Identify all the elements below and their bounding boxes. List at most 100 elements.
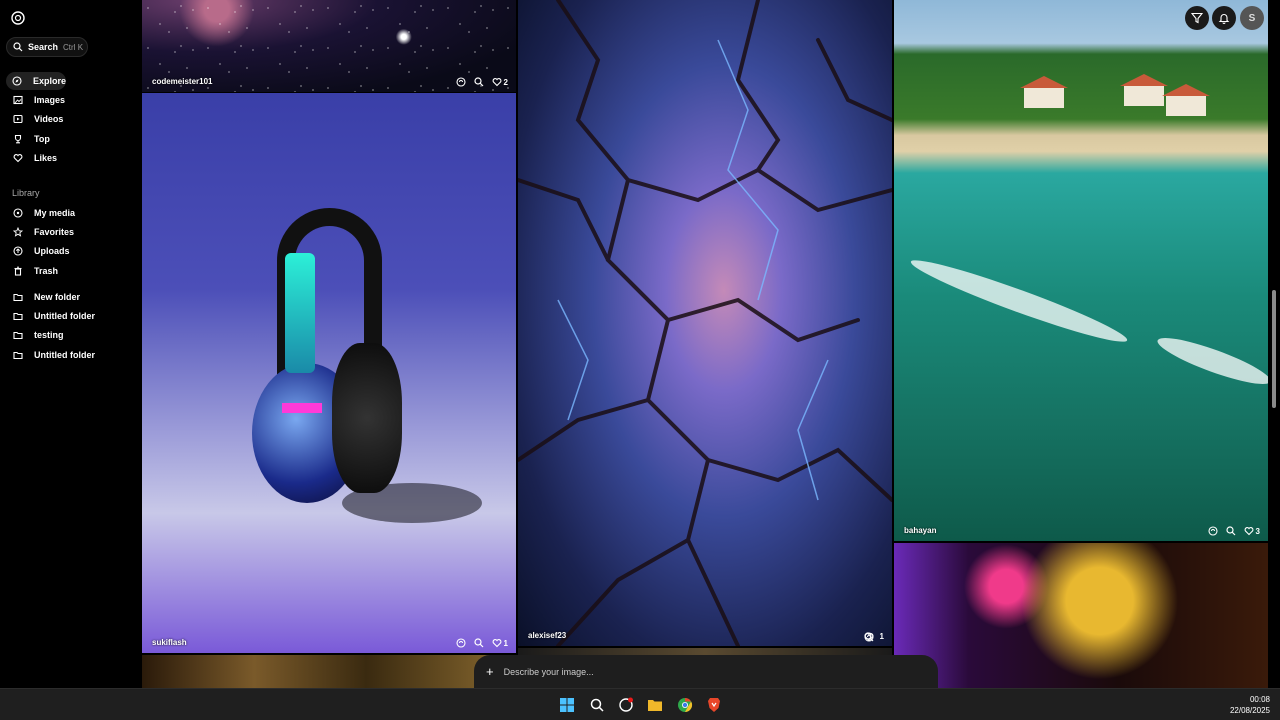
library-uploads[interactable]: Uploads [6,242,70,260]
tile-username[interactable]: bahayan [904,526,936,535]
windows-start-icon[interactable] [558,696,576,714]
gallery-tile[interactable]: bahayan 3 [894,0,1268,541]
video-icon [12,113,24,125]
villa-roof [1020,76,1068,88]
zoom-icon[interactable] [473,638,484,648]
tile-actions: 2 [455,77,508,87]
trophy-icon [12,133,24,145]
chrome-icon[interactable] [676,696,694,714]
clock-date: 22/08/2025 [1229,706,1270,715]
tile-actions: 3 [1207,526,1260,536]
chatgpt-app-icon[interactable] [617,696,635,714]
library-trash[interactable]: Trash [6,262,58,280]
folder-label: New folder [34,292,81,302]
like-button[interactable]: 1 [864,632,884,642]
heart-icon [1244,527,1253,536]
prompt-placeholder[interactable]: Describe your image... [504,667,594,677]
folder-label: Untitled folder [34,311,95,321]
heart-icon [864,633,873,642]
search-button[interactable]: Search Ctrl K [6,37,88,57]
folder-label: Untitled folder [34,350,95,360]
villa-roof [1162,84,1210,96]
search-icon [13,42,23,52]
media-icon [12,207,24,219]
nav-top[interactable]: Top [6,130,50,148]
bell-icon [1218,14,1230,24]
like-button[interactable]: 3 [1244,526,1260,536]
trash-icon [12,265,24,277]
brave-browser-icon[interactable] [705,696,723,714]
headphone-accent [282,403,322,413]
folder-icon [12,329,24,341]
library-favorites[interactable]: Favorites [6,223,74,241]
notifications-button[interactable] [1212,6,1236,30]
nav-images[interactable]: Images [6,91,65,109]
nav-label: Likes [34,153,58,163]
scrollbar[interactable] [1272,290,1276,408]
library-label: Uploads [34,246,70,256]
taskbar: 00:08 22/08/2025 [0,688,1280,720]
nav-label: Images [34,95,66,105]
headphone-cup [332,343,402,493]
like-count: 2 [503,77,508,87]
remix-icon[interactable] [455,638,466,648]
clock-time: 00:08 [1249,695,1270,704]
like-button[interactable]: 1 [492,638,508,648]
folder-icon [12,349,24,361]
nav-label: Top [34,134,50,144]
like-count: 1 [503,638,508,648]
filter-button[interactable] [1185,6,1209,30]
tile-actions: 1 [455,638,508,648]
wave-image [907,251,1131,351]
gallery-tile[interactable] [894,543,1268,688]
nav-explore[interactable]: Explore [6,72,66,90]
folder-item[interactable]: Untitled folder [6,346,95,364]
nav-videos[interactable]: Videos [6,110,63,128]
like-count: 3 [1255,526,1260,536]
star-icon [12,226,24,238]
villa-image [1166,96,1206,116]
search-label: Search [28,42,59,52]
compass-icon [12,75,23,87]
remix-icon[interactable] [455,77,466,87]
plus-icon[interactable]: + [486,664,494,679]
prompt-bar[interactable]: + Describe your image... [474,655,938,688]
heart-icon [492,639,501,648]
headphone-highlight [285,253,315,373]
villa-image [1024,88,1064,108]
nebula-image [518,0,892,646]
nav-likes[interactable]: Likes [6,149,57,167]
library-label: Trash [34,266,59,276]
avatar[interactable]: S [1240,6,1264,30]
tile-actions: 1 [863,632,884,642]
nav-label: Videos [34,114,64,124]
zoom-icon[interactable] [473,77,484,87]
gallery-tile[interactable]: codemeister101 2 [142,0,516,92]
filter-icon [1191,12,1203,24]
remix-icon[interactable] [1207,526,1218,536]
nav-label: Explore [32,76,66,86]
library-heading: Library [12,188,40,198]
tile-username[interactable]: alexisef23 [528,631,566,640]
library-my-media[interactable]: My media [6,204,75,222]
villa-roof [1120,74,1168,86]
like-button[interactable]: 2 [492,77,508,87]
gallery-tile[interactable]: alexisef23 1 [518,0,892,646]
gallery-tile[interactable] [142,655,516,688]
heart-icon [12,152,24,164]
tile-username[interactable]: codemeister101 [152,77,212,86]
taskbar-search-icon[interactable] [588,696,606,714]
folder-label: testing [34,330,64,340]
system-clock[interactable]: 00:08 22/08/2025 [1230,694,1270,716]
library-label: My media [34,208,76,218]
openai-logo-icon[interactable] [10,10,26,26]
gallery-tile[interactable]: sukiflash 1 [142,93,516,653]
file-explorer-icon[interactable] [646,696,664,714]
villa-image [1124,86,1164,106]
folder-item[interactable]: New folder [6,288,80,306]
folder-item[interactable]: testing [6,326,64,344]
tile-username[interactable]: sukiflash [152,638,187,647]
folder-item[interactable]: Untitled folder [6,307,95,325]
image-icon [12,94,24,106]
zoom-icon[interactable] [1225,526,1236,536]
